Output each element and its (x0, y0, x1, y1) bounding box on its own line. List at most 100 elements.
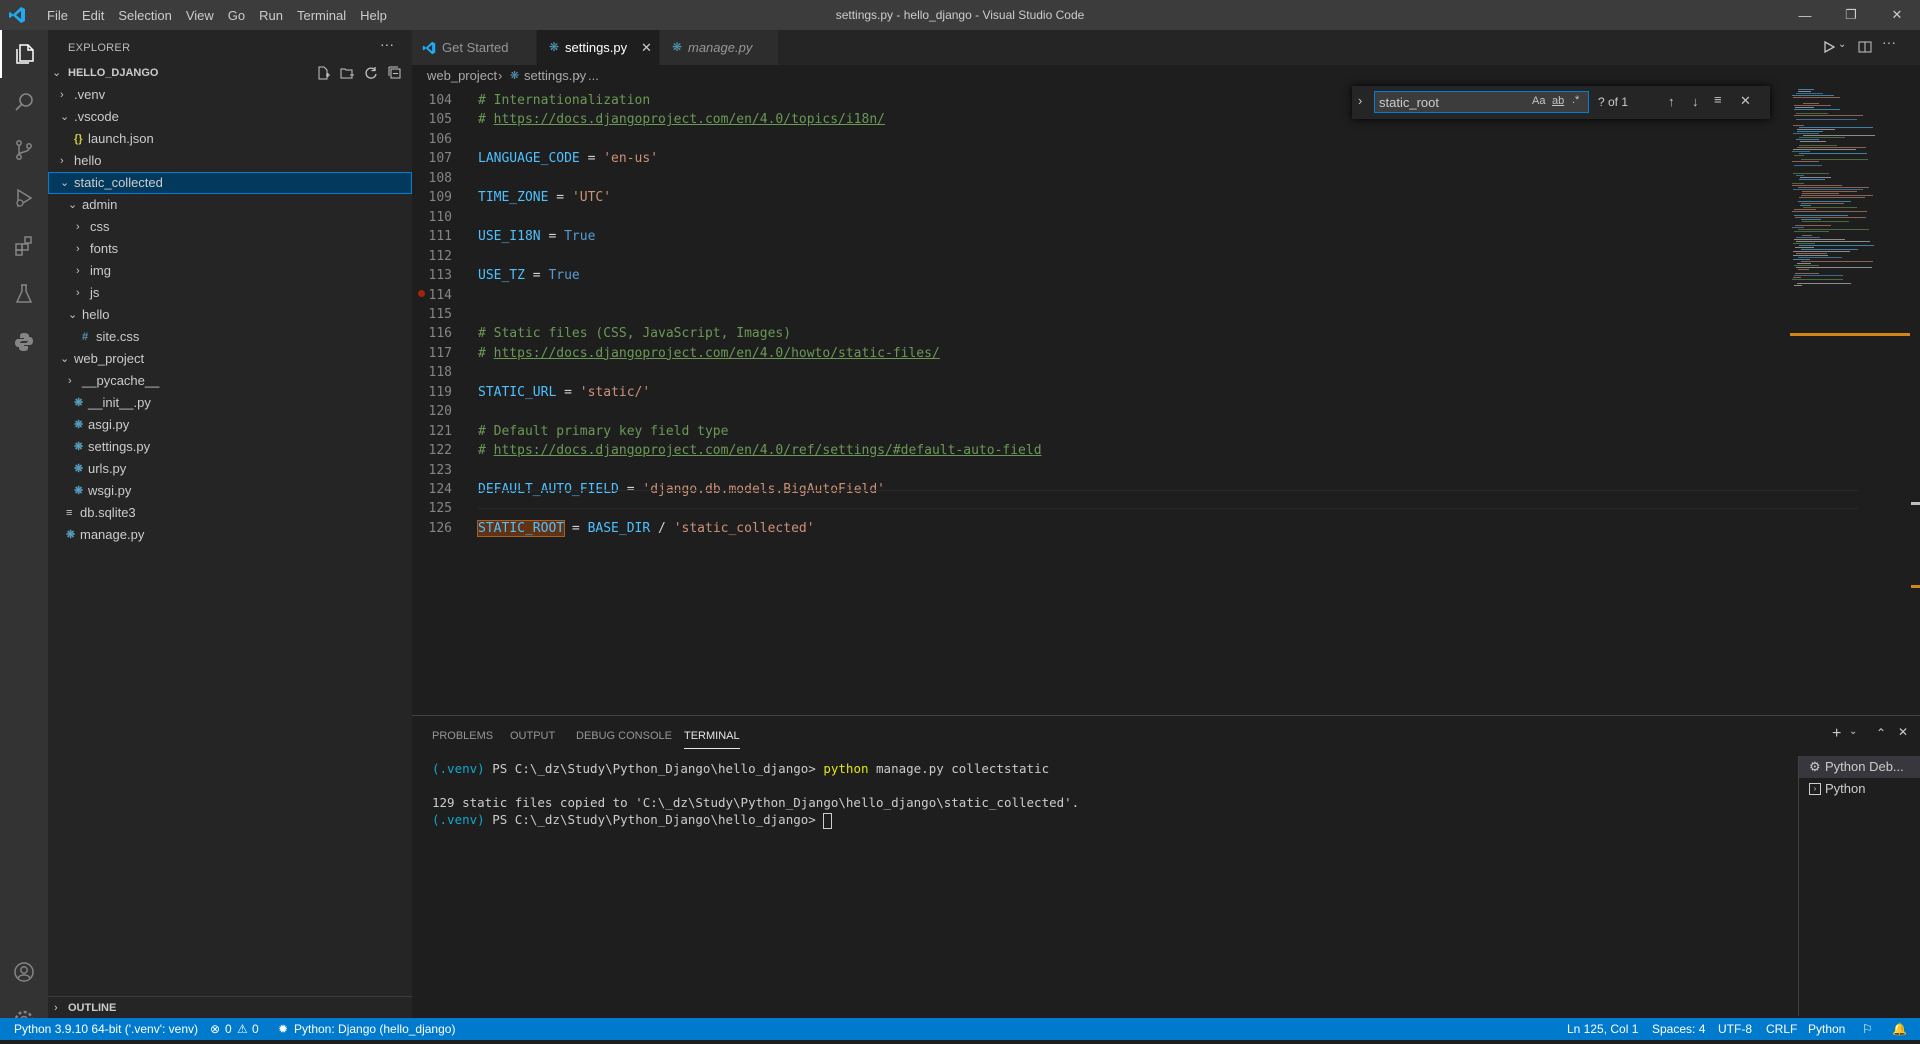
close-window-icon[interactable]: ✕ (1874, 0, 1920, 30)
match-word-icon[interactable]: ab (1552, 95, 1564, 107)
code-editor[interactable]: 104 # Internationalization 105 # https://do… (412, 87, 1920, 715)
code-line[interactable]: STATIC_URL = 'static/' (478, 383, 650, 402)
maximize-panel-icon[interactable]: ⌃ (1876, 726, 1886, 740)
encoding[interactable]: UTF-8 (1718, 1018, 1752, 1040)
code-line[interactable]: USE_TZ = True (478, 266, 580, 285)
tab-problems[interactable]: PROBLEMS (432, 730, 493, 742)
more-editor-actions-icon[interactable]: ··· (1882, 34, 1896, 50)
more-actions-icon[interactable]: ··· (380, 36, 394, 52)
error-icon[interactable]: ⊗ (210, 1018, 220, 1040)
code-line[interactable]: # Internationalization (478, 91, 650, 110)
menu-help[interactable]: Help (353, 8, 394, 23)
explorer-icon[interactable] (0, 30, 48, 78)
tree-folder--vscode[interactable]: ⌄ .vscode (48, 106, 412, 128)
python-icon[interactable] (0, 318, 48, 366)
regex-icon[interactable]: .* (1572, 94, 1579, 106)
tree-folder-admin[interactable]: ⌄ admin (48, 194, 412, 216)
run-dropdown-icon[interactable]: ⌄ (1838, 39, 1846, 50)
tree-file-launch-json[interactable]: {} launch.json (48, 128, 412, 150)
tree-file-wsgi-py[interactable]: ❋ wsgi.py (48, 480, 412, 502)
menu-view[interactable]: View (179, 8, 221, 23)
restore-icon[interactable]: ❐ (1828, 0, 1874, 30)
tree-folder-js[interactable]: › js (48, 282, 412, 304)
previous-match-icon[interactable]: ↑ (1668, 94, 1675, 109)
menu-run[interactable]: Run (252, 8, 290, 23)
tree-file--init-py[interactable]: ❋ __init__.py (48, 392, 412, 414)
tab-settings-py[interactable]: ❋ settings.py ✕ (537, 30, 659, 65)
collapse-all-icon[interactable] (388, 66, 402, 80)
menu-go[interactable]: Go (221, 8, 252, 23)
code-line[interactable]: # https://docs.djangoproject.com/en/4.0/… (478, 110, 885, 129)
indentation[interactable]: Spaces: 4 (1652, 1018, 1705, 1040)
code-line[interactable]: USE_I18N = True (478, 227, 595, 246)
cursor-position[interactable]: Ln 125, Col 1 (1567, 1018, 1638, 1040)
vertical-scrollbar[interactable] (1907, 87, 1920, 588)
tree-folder--venv[interactable]: › .venv (48, 84, 412, 106)
tree-folder--pycache-[interactable]: › __pycache__ (48, 370, 412, 392)
workspace-root[interactable]: ⌄ HELLO_DJANGO (48, 62, 412, 84)
code-line[interactable]: # https://docs.djangoproject.com/en/4.0/… (478, 344, 940, 363)
close-tab-icon[interactable]: ✕ (641, 30, 652, 65)
code-line[interactable]: TIME_ZONE = 'UTC' (478, 188, 611, 207)
split-editor-icon[interactable] (1858, 40, 1872, 54)
debug-config-icon[interactable]: ✹ (278, 1018, 288, 1040)
tree-folder-css[interactable]: › css (48, 216, 412, 238)
refresh-icon[interactable] (364, 66, 378, 80)
match-case-icon[interactable]: Aa (1532, 95, 1545, 107)
terminal-item-python-debug[interactable]: ⚙ Python Deb... (1799, 756, 1920, 778)
new-terminal-icon[interactable]: + (1832, 725, 1841, 743)
debug-configuration[interactable]: Python: Django (hello_django) (294, 1018, 455, 1040)
tree-folder-img[interactable]: › img (48, 260, 412, 282)
code-line[interactable]: # Static files (CSS, JavaScript, Images) (478, 324, 791, 343)
tree-file-db-sqlite3[interactable]: ≡ db.sqlite3 (48, 502, 412, 524)
tab-debug-console[interactable]: DEBUG CONSOLE (576, 730, 672, 742)
tree-file-manage-py[interactable]: ❋ manage.py (48, 524, 412, 546)
accounts-icon[interactable] (0, 948, 48, 996)
code-line[interactable]: LANGUAGE_CODE = 'en-us' (478, 149, 658, 168)
extensions-icon[interactable] (0, 222, 48, 270)
tree-file-urls-py[interactable]: ❋ urls.py (48, 458, 412, 480)
tab-get-started[interactable]: Get Started (412, 30, 536, 65)
testing-flask-icon[interactable] (0, 270, 48, 318)
warning-count[interactable]: 0 (252, 1018, 259, 1040)
code-line[interactable]: STATIC_ROOT = BASE_DIR / 'static_collect… (476, 519, 815, 538)
outline-section[interactable]: › OUTLINE (48, 996, 412, 1019)
tab-manage-py[interactable]: ❋ manage.py (660, 30, 778, 65)
code-line[interactable]: # https://docs.djangoproject.com/en/4.0/… (478, 441, 1042, 460)
tree-file-site-css[interactable]: # site.css (48, 326, 412, 348)
terminal-output[interactable]: (.venv) PS C:\_dz\Study\Python_Django\he… (432, 760, 1079, 829)
minimize-icon[interactable]: — (1782, 0, 1828, 30)
terminal-item-python[interactable]: › Python (1799, 778, 1920, 800)
tree-folder-web-project[interactable]: ⌄ web_project (48, 348, 412, 370)
run-icon[interactable] (1822, 40, 1836, 54)
tree-folder-hello[interactable]: ⌄ hello (48, 304, 412, 326)
search-icon[interactable] (0, 78, 48, 126)
notifications-bell-icon[interactable]: 🔔 (1892, 1018, 1907, 1040)
menu-terminal[interactable]: Terminal (290, 8, 353, 23)
python-interpreter[interactable]: Python 3.9.10 64-bit ('.venv': venv) (14, 1018, 198, 1040)
menu-edit[interactable]: Edit (75, 8, 111, 23)
menu-selection[interactable]: Selection (111, 8, 178, 23)
error-count[interactable]: 0 (225, 1018, 232, 1040)
language-mode[interactable]: Python (1808, 1018, 1845, 1040)
minimap[interactable] (1790, 87, 1910, 607)
close-panel-icon[interactable]: ✕ (1898, 725, 1908, 739)
terminal-dropdown-icon[interactable]: ⌄ (1849, 726, 1857, 737)
tab-terminal[interactable]: TERMINAL (684, 730, 740, 749)
new-folder-icon[interactable] (340, 66, 354, 80)
line-ending[interactable]: CRLF (1766, 1018, 1797, 1040)
tab-output[interactable]: OUTPUT (510, 730, 555, 742)
tree-folder-hello[interactable]: › hello (48, 150, 412, 172)
new-file-icon[interactable] (316, 66, 330, 80)
tree-file-settings-py[interactable]: ❋ settings.py (48, 436, 412, 458)
menu-file[interactable]: File (40, 8, 75, 23)
breadcrumb-symbol[interactable]: ... (588, 65, 599, 87)
close-find-icon[interactable]: ✕ (1740, 93, 1751, 109)
feedback-icon[interactable]: ⚐ (1862, 1018, 1873, 1040)
tree-folder-fonts[interactable]: › fonts (48, 238, 412, 260)
code-line[interactable]: # Default primary key field type (478, 422, 728, 441)
find-in-selection-icon[interactable]: ≡ (1714, 92, 1722, 107)
tree-folder-static-collected[interactable]: ⌄ static_collected (48, 172, 412, 194)
run-debug-icon[interactable] (0, 174, 48, 222)
tree-file-asgi-py[interactable]: ❋ asgi.py (48, 414, 412, 436)
